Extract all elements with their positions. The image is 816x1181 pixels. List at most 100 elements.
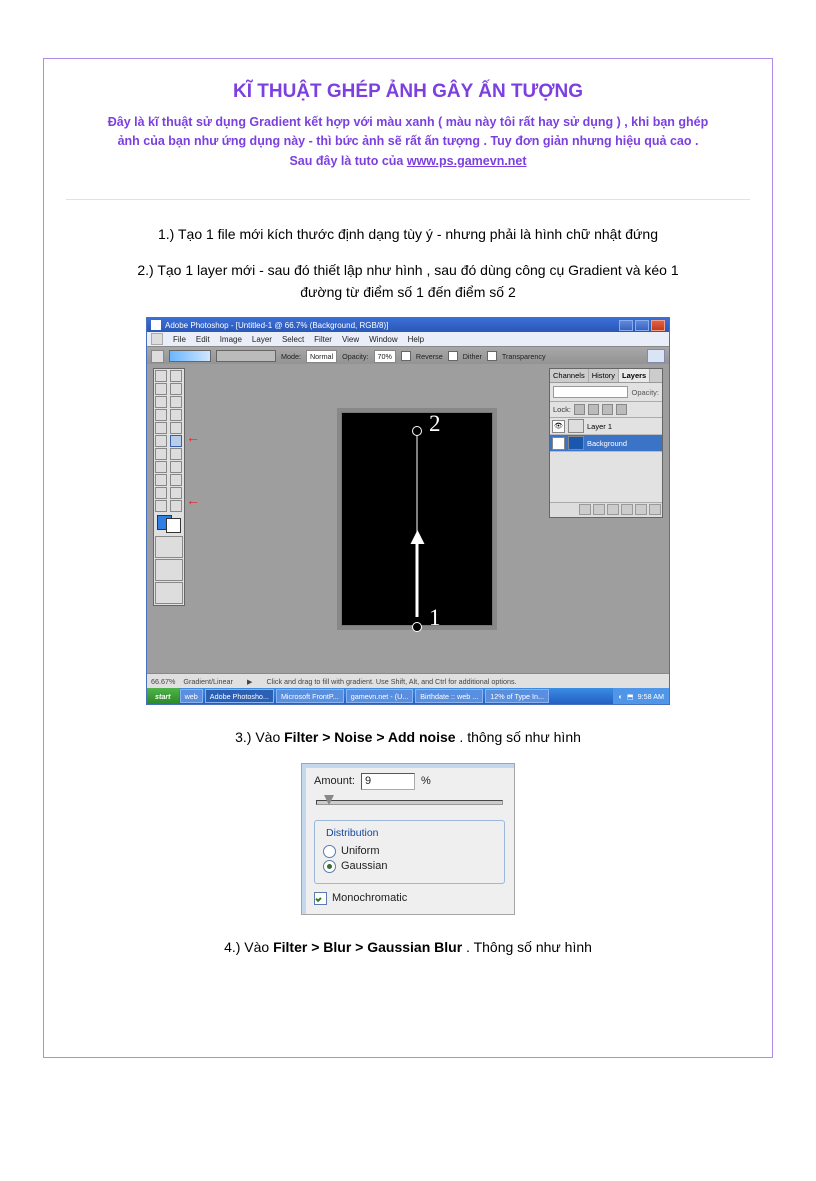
step-3-post: . thông số như hình (456, 729, 581, 745)
start-button[interactable]: start (147, 688, 179, 704)
opacity-select[interactable]: 70% (374, 350, 396, 363)
ps-menu-icon (151, 333, 163, 345)
lock-all-icon[interactable] (616, 404, 627, 415)
amount-slider[interactable] (314, 796, 505, 810)
mask-icon[interactable] (593, 504, 605, 515)
tool-brush[interactable] (170, 409, 182, 421)
status-hint: Click and drag to fill with gradient. Us… (266, 677, 516, 686)
tray-icon[interactable]: ⬒ (627, 692, 634, 701)
reverse-label: Reverse (416, 352, 443, 361)
tool-notes[interactable] (155, 487, 167, 499)
tool-history-brush[interactable] (170, 422, 182, 434)
radio-gaussian[interactable] (323, 860, 336, 873)
menu-image[interactable]: Image (220, 335, 242, 344)
reverse-checkbox[interactable] (401, 351, 411, 361)
radio-uniform[interactable] (323, 845, 336, 858)
slider-thumb[interactable] (324, 795, 334, 805)
uniform-option[interactable]: Uniform (323, 845, 496, 858)
menu-view[interactable]: View (342, 335, 359, 344)
maximize-button[interactable] (635, 320, 649, 331)
menu-help[interactable]: Help (408, 335, 424, 344)
taskbar-item[interactable]: Adobe Photosho... (205, 689, 274, 703)
new-layer-icon[interactable] (635, 504, 647, 515)
color-swatches[interactable] (155, 513, 183, 535)
red-arrow-icon: ← (186, 430, 200, 444)
eye-icon[interactable]: 👁 (552, 437, 565, 450)
tray-icon[interactable]: ◐ (618, 692, 622, 701)
tool-gradient[interactable] (170, 435, 182, 447)
monochromatic-option[interactable]: Monochromatic (314, 892, 505, 905)
tab-layers[interactable]: Layers (619, 369, 650, 382)
menu-filter[interactable]: Filter (314, 335, 332, 344)
tool-type[interactable] (170, 461, 182, 473)
photoshop-screenshot: Adobe Photoshop - [Untitled-1 @ 66.7% (B… (146, 317, 670, 705)
menu-file[interactable]: File (173, 335, 186, 344)
screenmode-toggle[interactable] (155, 559, 183, 581)
menu-layer[interactable]: Layer (252, 335, 272, 344)
taskbar-item[interactable]: gamevn.net - (U... (346, 689, 414, 703)
tool-hand[interactable] (155, 500, 167, 512)
tool-stamp[interactable] (155, 422, 167, 434)
tool-shape[interactable] (170, 474, 182, 486)
lock-position-icon[interactable] (602, 404, 613, 415)
tool-move[interactable] (170, 370, 182, 382)
tool-crop[interactable] (155, 396, 167, 408)
palette-well-icon[interactable] (647, 349, 665, 363)
ps-status-bar: 66.67% Gradient/Linear ▶ Click and drag … (147, 673, 669, 688)
layers-panel: Channels History Layers Opacity: Lock: 👁 (549, 368, 663, 518)
layer-row-layer1[interactable]: 👁 Layer 1 (550, 418, 662, 435)
tool-eyedropper[interactable] (170, 487, 182, 499)
tool-pen[interactable] (155, 474, 167, 486)
tool-dodge[interactable] (170, 448, 182, 460)
tool-path[interactable] (155, 461, 167, 473)
tool-slice[interactable] (170, 396, 182, 408)
lock-transparent-icon[interactable] (574, 404, 585, 415)
menu-select[interactable]: Select (282, 335, 304, 344)
layer-thumb (568, 419, 584, 433)
transparency-checkbox[interactable] (487, 351, 497, 361)
slider-track (316, 800, 503, 805)
monochromatic-checkbox[interactable] (314, 892, 327, 905)
gradient-type-buttons[interactable] (216, 350, 276, 362)
tool-blur[interactable] (155, 448, 167, 460)
trash-icon[interactable] (649, 504, 661, 515)
menu-edit[interactable]: Edit (196, 335, 210, 344)
taskbar-item[interactable]: Microsoft FrontP... (276, 689, 344, 703)
tool-eraser[interactable] (155, 435, 167, 447)
tab-history[interactable]: History (589, 369, 619, 382)
quickmask-toggle[interactable] (155, 536, 183, 558)
fx-icon[interactable] (579, 504, 591, 515)
ps-canvas[interactable]: 2 1 (341, 412, 493, 626)
gaussian-option[interactable]: Gaussian (323, 860, 496, 873)
tool-marquee[interactable] (155, 370, 167, 382)
tool-preset-icon[interactable] (151, 350, 164, 363)
mode-select[interactable]: Normal (306, 350, 337, 363)
tab-channels[interactable]: Channels (550, 369, 589, 382)
gradient-preview-swatch[interactable] (169, 350, 211, 362)
eye-icon[interactable]: 👁 (552, 420, 565, 433)
dither-checkbox[interactable] (448, 351, 458, 361)
close-button[interactable] (651, 320, 665, 331)
lock-pixels-icon[interactable] (588, 404, 599, 415)
step-3: 3.) Vào Filter > Noise > Add noise . thô… (106, 727, 710, 749)
step-4: 4.) Vào Filter > Blur > Gaussian Blur . … (106, 937, 710, 959)
menu-window[interactable]: Window (369, 335, 397, 344)
minimize-button[interactable] (619, 320, 633, 331)
taskbar-item[interactable]: Birthdate :: web ... (415, 689, 483, 703)
adjust-icon[interactable] (621, 504, 633, 515)
tool-zoom[interactable] (170, 500, 182, 512)
tool-heal[interactable] (155, 409, 167, 421)
blend-mode-select[interactable] (553, 386, 628, 398)
point-2-label: 2 (429, 411, 441, 437)
tool-lasso[interactable] (155, 383, 167, 395)
folder-icon[interactable] (607, 504, 619, 515)
tool-wand[interactable] (170, 383, 182, 395)
amount-input[interactable]: 9 (361, 773, 415, 790)
imageready-jump[interactable] (155, 582, 183, 604)
layer-row-background[interactable]: 👁 Background (550, 435, 662, 452)
background-color-swatch[interactable] (166, 518, 181, 533)
intro-link[interactable]: www.ps.gamevn.net (407, 154, 527, 168)
clock: 9:58 AM (638, 692, 664, 701)
taskbar-item[interactable]: web (180, 689, 203, 703)
taskbar-item[interactable]: 12% of Type In... (485, 689, 549, 703)
